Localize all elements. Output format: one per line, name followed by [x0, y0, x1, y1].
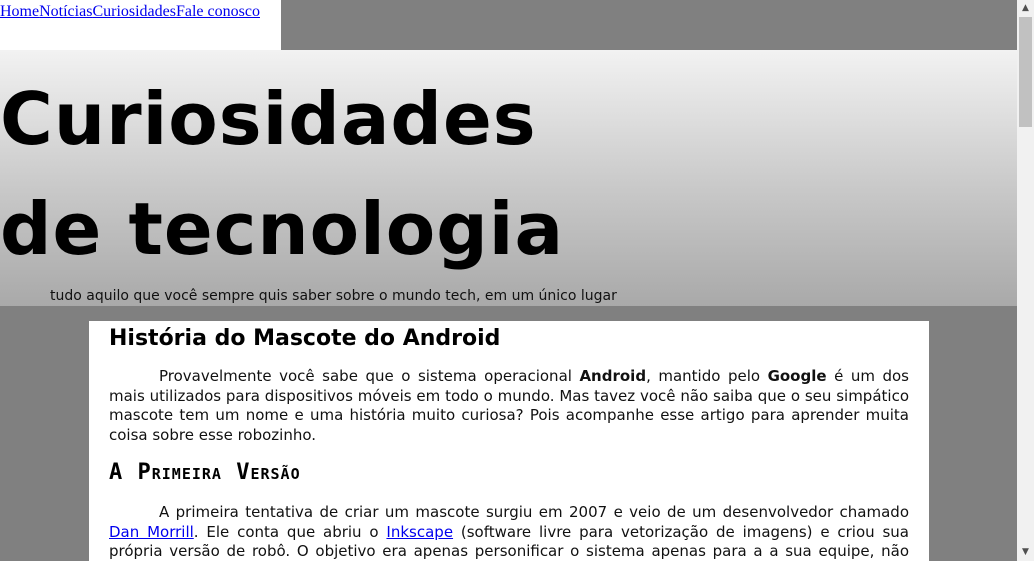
- intro-bold-android: Android: [579, 367, 647, 385]
- nav-link-curiosidades[interactable]: Curiosidades: [92, 3, 176, 20]
- intro-text-2: , mantido pelo: [646, 367, 768, 385]
- link-inkscape[interactable]: Inkscape: [386, 523, 453, 541]
- nav-link-noticias[interactable]: Notícias: [39, 3, 92, 20]
- arrow-down-icon[interactable]: ▼: [1017, 544, 1034, 561]
- nav-links: HomeNotíciasCuriosidadesFale conosco: [0, 0, 260, 24]
- article: História do Mascote do Android Provavelm…: [89, 321, 929, 561]
- nav-link-home[interactable]: Home: [0, 3, 39, 20]
- section-text-1: A primeira tentativa de criar um mascote…: [159, 503, 909, 521]
- vertical-scrollbar[interactable]: ▲ ▼: [1017, 0, 1034, 561]
- top-bar-background: [281, 0, 1017, 50]
- page: HomeNotíciasCuriosidadesFale conosco Cur…: [0, 0, 1017, 561]
- top-nav: HomeNotíciasCuriosidadesFale conosco: [0, 0, 281, 50]
- article-title: História do Mascote do Android: [109, 326, 501, 351]
- site-header: Curiosidades de tecnologia tudo aquilo q…: [0, 50, 1017, 306]
- site-title: Curiosidades de tecnologia: [0, 77, 565, 271]
- scrollbar-thumb[interactable]: [1019, 17, 1032, 127]
- article-intro-paragraph: Provavelmente você sabe que o sistema op…: [109, 367, 909, 445]
- site-tagline: tudo aquilo que você sempre quis saber s…: [50, 288, 617, 304]
- link-dan-morrill[interactable]: Dan Morrill: [109, 523, 194, 541]
- intro-text-1: Provavelmente você sabe que o sistema op…: [159, 367, 580, 385]
- section-title: A Primeira Versão: [109, 460, 301, 485]
- section-text-2: . Ele conta que abriu o: [193, 522, 387, 541]
- intro-bold-google: Google: [767, 367, 827, 385]
- section-paragraph: A primeira tentativa de criar um mascote…: [109, 503, 909, 561]
- arrow-up-icon[interactable]: ▲: [1017, 0, 1034, 17]
- nav-link-fale-conosco[interactable]: Fale conosco: [176, 3, 260, 20]
